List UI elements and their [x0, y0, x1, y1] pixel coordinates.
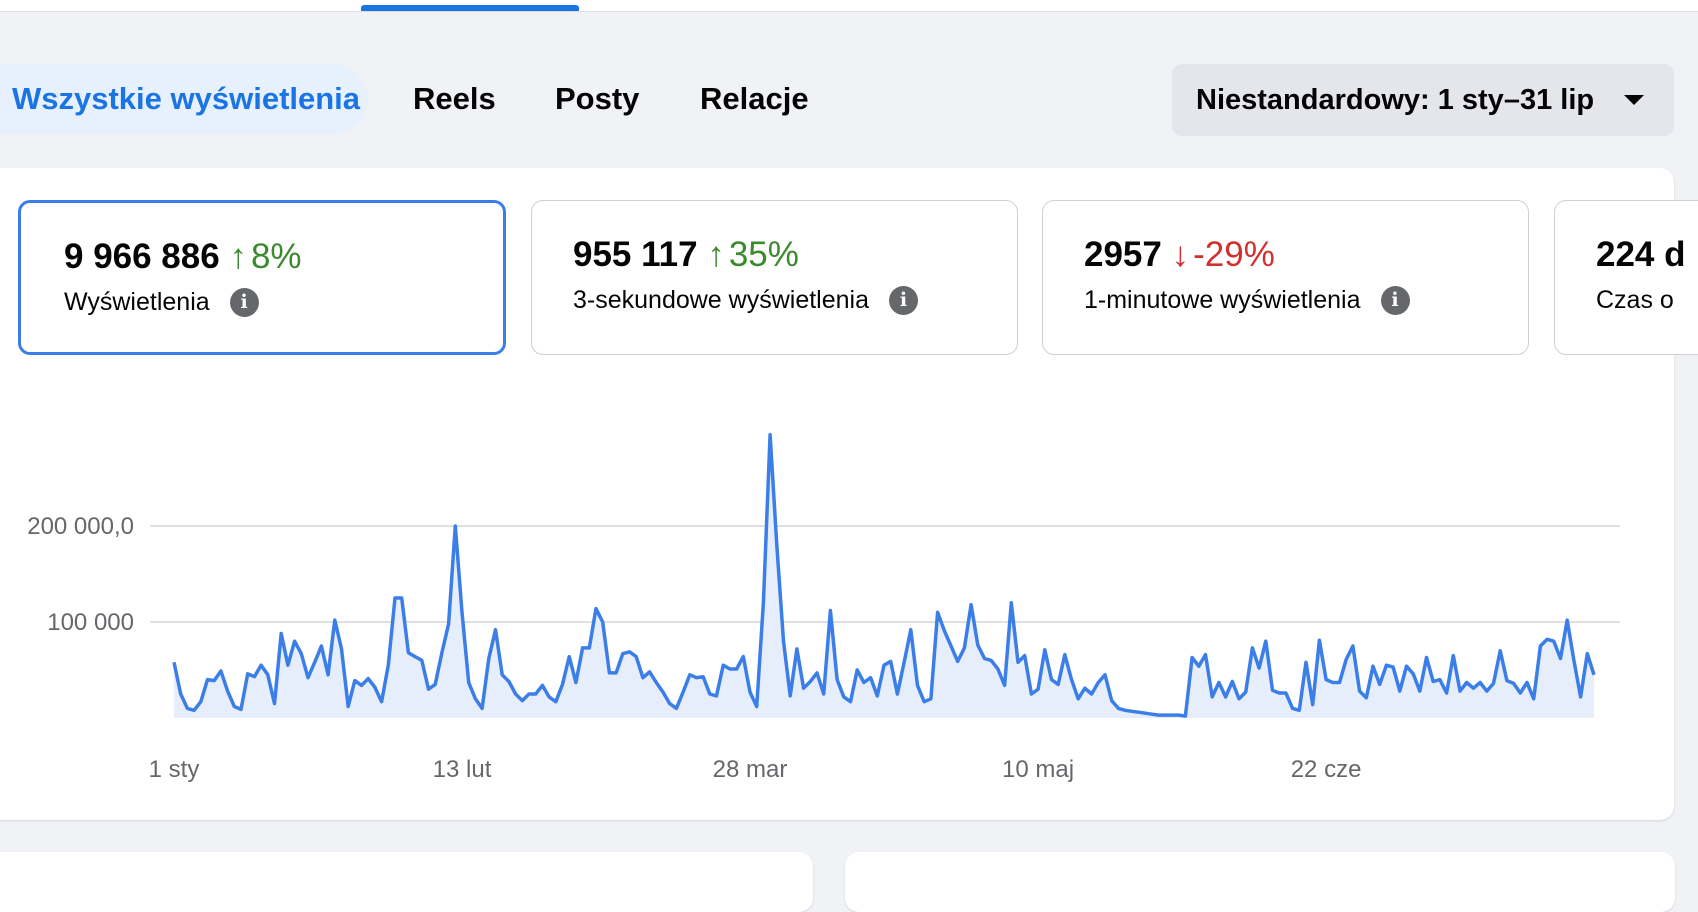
metric-label: Wyświetlenia — [64, 288, 210, 316]
arrow-down-icon: ↓ — [1171, 235, 1190, 274]
top-bar — [0, 0, 1698, 12]
x-tick-label: 28 mar — [713, 756, 788, 783]
info-icon[interactable]: i — [1380, 286, 1410, 315]
metric-card-1min-views[interactable]: 2957 ↓ -29% 1-minutowe wyświetlenia i — [1042, 200, 1529, 355]
date-range-label: Niestandardowy: 1 sty–31 lip — [1196, 83, 1595, 116]
bottom-card-left — [0, 852, 813, 912]
metric-card-views[interactable]: 9 966 886 ↑ 8% Wyświetlenia i — [18, 200, 506, 355]
metric-card-3s-views[interactable]: 955 117 ↑ 35% 3-sekundowe wyświetlenia i — [531, 200, 1018, 355]
arrow-up-icon: ↑ — [707, 235, 725, 274]
tab-stories[interactable]: Relacje — [700, 64, 809, 134]
info-icon[interactable]: i — [888, 286, 918, 315]
x-tick-label: 1 sty — [149, 756, 200, 783]
y-tick-label: 200 000,0 — [27, 513, 134, 540]
bottom-card-right — [845, 852, 1675, 912]
x-tick-label: 10 maj — [1002, 756, 1074, 783]
metric-value: 2957 — [1084, 235, 1162, 274]
info-icon[interactable]: i — [229, 288, 259, 317]
metric-label: 3-sekundowe wyświetlenia — [573, 286, 869, 314]
tab-reels[interactable]: Reels — [413, 64, 496, 134]
metric-value: 9 966 886 — [64, 237, 220, 276]
metric-change: 8% — [250, 237, 302, 276]
metric-value: 955 117 — [573, 235, 698, 274]
metric-label: 1-minutowe wyświetlenia — [1084, 286, 1361, 314]
active-nav-indicator — [361, 5, 579, 11]
views-line-chart: 100 000 200 000,0 1 sty 13 lut 28 mar 10 maj 2… — [27, 433, 1620, 783]
y-tick-label: 100 000 — [47, 609, 134, 636]
arrow-up-icon: ↑ — [229, 237, 247, 276]
x-tick-label: 13 lut — [433, 756, 492, 783]
metric-change: -29% — [1193, 235, 1275, 274]
tab-posts[interactable]: Posty — [555, 64, 639, 134]
metric-card-watch-time[interactable]: 224 d Czas o — [1554, 200, 1698, 355]
caret-down-icon — [1624, 95, 1644, 105]
tab-all-views[interactable]: Wszystkie wyświetlenia — [0, 64, 368, 134]
x-tick-label: 22 cze — [1291, 756, 1362, 783]
metric-change: 35% — [728, 235, 799, 274]
metric-label: Czas o — [1596, 286, 1674, 314]
date-range-dropdown[interactable]: Niestandardowy: 1 sty–31 lip — [1172, 64, 1674, 136]
metric-value: 224 d — [1596, 235, 1686, 274]
